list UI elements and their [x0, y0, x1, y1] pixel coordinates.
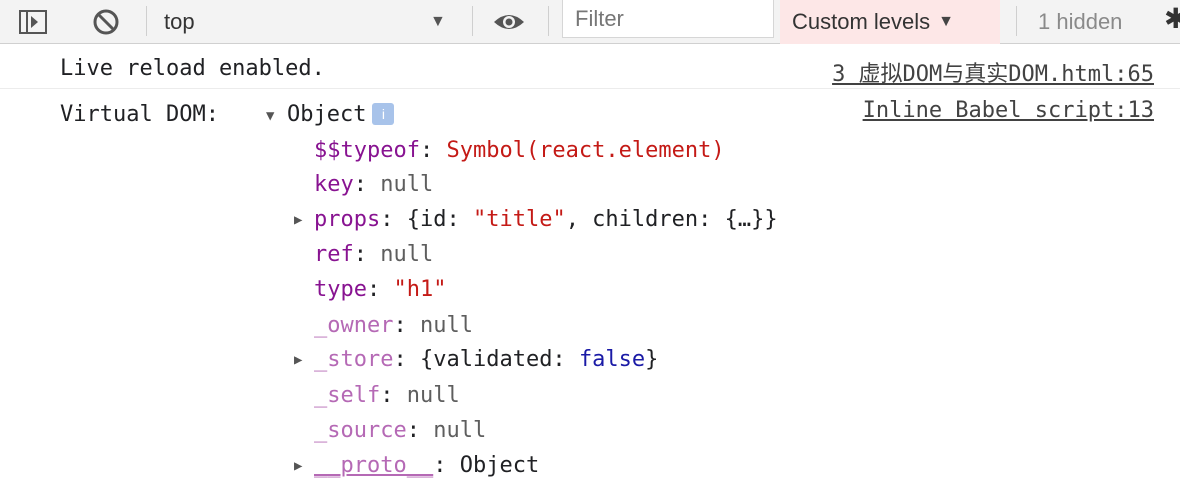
- expand-triangle-icon[interactable]: ▶: [294, 352, 314, 368]
- toolbar-divider: [548, 6, 549, 36]
- property-value: null: [406, 383, 460, 408]
- property-value: null: [433, 418, 487, 443]
- property-line[interactable]: ▶ props: {id: "title", children: {…}}: [294, 207, 778, 232]
- levels-label: Custom levels: [792, 9, 931, 34]
- filter-field[interactable]: [562, 0, 774, 38]
- property-preview-string: "title": [472, 207, 566, 232]
- toolbar-divider: [146, 6, 147, 36]
- property-preview: {id:: [406, 207, 473, 232]
- property-preview-boolean: false: [578, 347, 646, 372]
- context-label: top: [164, 9, 195, 34]
- toolbar-divider: [1016, 6, 1017, 36]
- property-value: Object: [459, 453, 540, 478]
- live-expression-button[interactable]: [492, 0, 526, 44]
- clear-console-button[interactable]: [92, 0, 120, 44]
- collapse-triangle-icon[interactable]: ▼: [266, 108, 274, 124]
- property-preview: , children: {…}}: [565, 207, 778, 232]
- dropdown-arrow-icon: ▼: [430, 13, 446, 30]
- property-key: __proto__: [314, 453, 434, 478]
- property-key: props: [314, 207, 381, 232]
- message-prefix: Virtual DOM:: [60, 102, 219, 127]
- property-key: _owner: [314, 313, 394, 338]
- block-icon: [93, 9, 119, 35]
- dropdown-arrow-icon: ▼: [938, 13, 954, 30]
- toolbar-divider: [472, 6, 473, 36]
- message-text: Live reload enabled.: [60, 56, 325, 81]
- sidebar-toggle-button[interactable]: [18, 0, 48, 44]
- object-header[interactable]: Object i: [287, 102, 395, 127]
- log-levels-dropdown[interactable]: Custom levels ▼: [780, 0, 1000, 44]
- property-line: _source: null: [314, 418, 487, 443]
- context-selector[interactable]: top ▼: [164, 0, 454, 44]
- gear-icon[interactable]: ✱: [1164, 2, 1180, 35]
- console-toolbar: top ▼ Custom levels ▼ 1 hidden ✱: [0, 0, 1180, 44]
- property-value: null: [380, 242, 434, 267]
- property-key: type: [314, 277, 367, 302]
- property-line: _owner: null: [314, 313, 473, 338]
- eye-icon: [494, 15, 524, 29]
- filter-input[interactable]: [573, 4, 767, 33]
- property-line: ref: null: [314, 242, 434, 267]
- info-icon[interactable]: i: [372, 103, 395, 125]
- property-value: "h1": [393, 277, 447, 302]
- property-key: $$typeof: [314, 138, 420, 163]
- property-key: key: [314, 172, 354, 197]
- expand-triangle-icon[interactable]: ▶: [294, 458, 314, 474]
- property-line: type: "h1": [314, 277, 447, 302]
- source-link[interactable]: 3 虚拟DOM与真实DOM.html:65: [832, 56, 1154, 88]
- source-link[interactable]: Inline Babel script:13: [863, 98, 1154, 123]
- property-line[interactable]: ▶ __proto__: Object: [294, 453, 539, 478]
- hidden-count: 1 hidden: [1038, 9, 1123, 34]
- property-key: ref: [314, 242, 354, 267]
- property-line: key: null: [314, 172, 434, 197]
- property-value: null: [380, 172, 434, 197]
- property-line: _self: null: [314, 383, 460, 408]
- property-key: _self: [314, 383, 381, 408]
- expand-triangle-icon[interactable]: ▶: [294, 212, 314, 228]
- property-preview: {validated:: [419, 347, 579, 372]
- property-key: _source: [314, 418, 407, 443]
- property-value: null: [419, 313, 473, 338]
- console-message: Live reload enabled. 3 虚拟DOM与真实DOM.html:…: [0, 45, 1180, 89]
- property-preview: }: [645, 347, 659, 372]
- object-label: Object: [287, 102, 367, 127]
- property-value: Symbol(react.element): [446, 138, 725, 163]
- property-line[interactable]: ▶ _store: {validated: false}: [294, 347, 658, 372]
- property-line: $$typeof: Symbol(react.element): [314, 138, 725, 163]
- property-key: _store: [314, 347, 394, 372]
- sidebar-toggle-icon: [19, 10, 47, 34]
